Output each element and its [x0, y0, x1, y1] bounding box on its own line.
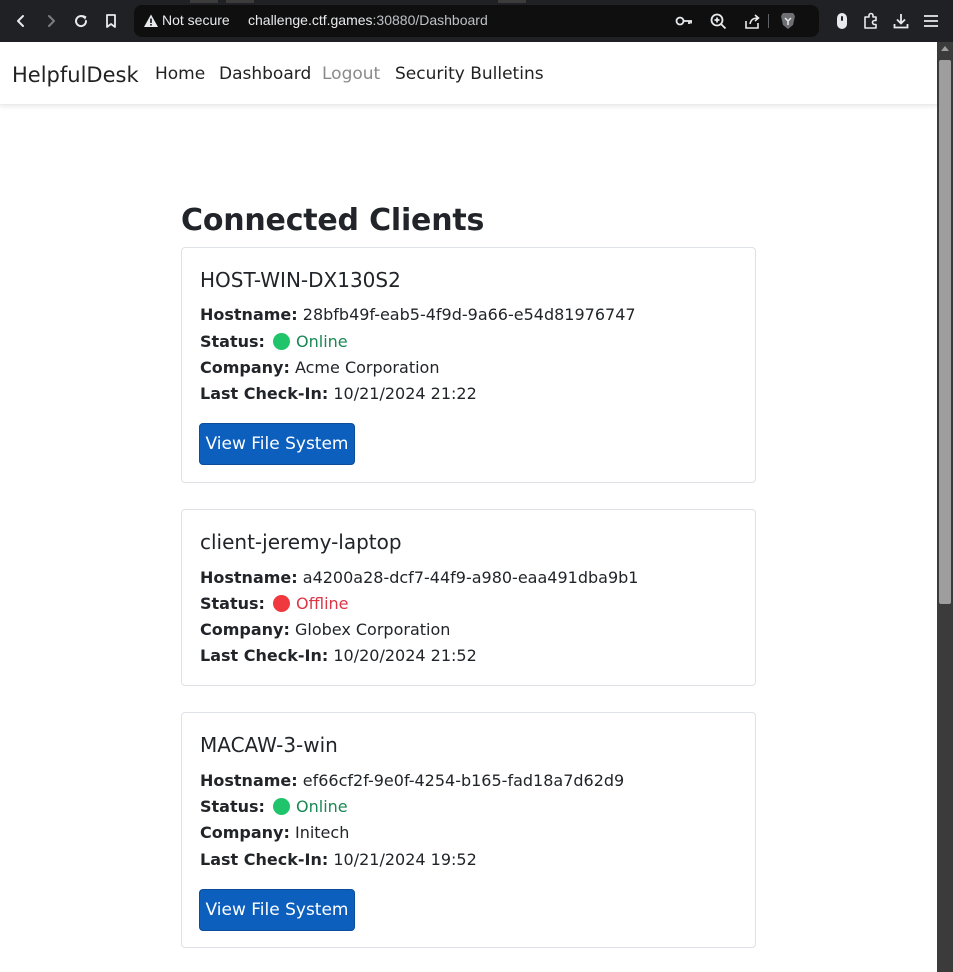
- company-row: Company: Initech: [200, 823, 349, 842]
- view-file-system-button[interactable]: View File System: [199, 889, 355, 931]
- status-label: Status:: [200, 594, 265, 613]
- view-file-system-button[interactable]: View File System: [199, 423, 355, 465]
- shield-icon[interactable]: [777, 11, 799, 31]
- status-online-icon: [273, 798, 291, 815]
- nav-home[interactable]: Home: [155, 64, 205, 84]
- bookmark-icon[interactable]: [99, 9, 123, 33]
- client-card: MACAW-3-win Hostname: ef66cf2f-9e0f-4254…: [181, 712, 756, 948]
- back-icon[interactable]: [9, 9, 33, 33]
- hostname-label: Hostname:: [200, 568, 298, 587]
- client-name: MACAW-3-win: [200, 733, 338, 757]
- hostname-row: Hostname: 28bfb49f-eab5-4f9d-9a66-e54d81…: [200, 305, 636, 324]
- last-checkin-row: Last Check-In: 10/21/2024 21:22: [200, 384, 477, 403]
- scrollbar-thumb[interactable]: [939, 60, 951, 604]
- hostname-row: Hostname: a4200a28-dcf7-44f9-a980-eaa491…: [200, 568, 638, 587]
- last-checkin-value: 10/20/2024 21:52: [333, 646, 477, 665]
- company-row: Company: Globex Corporation: [200, 620, 450, 639]
- last-checkin-value: 10/21/2024 21:22: [333, 384, 477, 403]
- last-checkin-value: 10/21/2024 19:52: [333, 850, 477, 869]
- warning-icon[interactable]: [143, 13, 159, 29]
- status-label: Status:: [200, 332, 265, 351]
- address-bar[interactable]: Not secure challenge.ctf.games:30880/Das…: [134, 5, 819, 37]
- share-icon[interactable]: [741, 11, 763, 31]
- menu-icon[interactable]: [920, 10, 942, 32]
- last-checkin-row: Last Check-In: 10/21/2024 19:52: [200, 850, 477, 869]
- status-row: Status: Offline: [200, 594, 349, 613]
- url-divider: [768, 14, 769, 28]
- nav-dashboard[interactable]: Dashboard: [219, 64, 311, 84]
- company-label: Company:: [200, 823, 290, 842]
- client-card: client-jeremy-laptop Hostname: a4200a28-…: [181, 509, 756, 686]
- hostname-label: Hostname:: [200, 771, 298, 790]
- last-checkin-label: Last Check-In:: [200, 850, 329, 869]
- browser-toolbar: Not secure challenge.ctf.games:30880/Das…: [0, 0, 953, 42]
- url-path: :30880/Dashboard: [372, 12, 488, 28]
- hostname-value: 28bfb49f-eab5-4f9d-9a66-e54d81976747: [302, 305, 636, 324]
- tab-strip-edge: [190, 0, 218, 3]
- hostname-value: a4200a28-dcf7-44f9-a980-eaa491dba9b1: [302, 568, 639, 587]
- page-title: Connected Clients: [181, 203, 485, 238]
- client-name: HOST-WIN-DX130S2: [200, 268, 401, 292]
- scroll-up-icon[interactable]: [941, 46, 949, 51]
- status-label: Status:: [200, 797, 265, 816]
- zoom-icon[interactable]: [707, 11, 729, 31]
- hostname-value: ef66cf2f-9e0f-4254-b165-fad18a7d62d9: [302, 771, 625, 790]
- status-row: Status: Online: [200, 332, 348, 351]
- hostname-row: Hostname: ef66cf2f-9e0f-4254-b165-fad18a…: [200, 771, 624, 790]
- company-value: Acme Corporation: [294, 358, 440, 377]
- url-text[interactable]: challenge.ctf.games:30880/Dashboard: [248, 12, 488, 28]
- brand-logo[interactable]: HelpfulDesk: [12, 63, 139, 87]
- last-checkin-label: Last Check-In:: [200, 646, 329, 665]
- company-row: Company: Acme Corporation: [200, 358, 439, 377]
- status-value: Offline: [296, 594, 349, 613]
- status-online-icon: [273, 333, 291, 350]
- forward-icon[interactable]: [39, 9, 63, 33]
- nav-logout[interactable]: Logout: [322, 64, 380, 84]
- security-label[interactable]: Not secure: [162, 12, 230, 28]
- hostname-label: Hostname:: [200, 305, 298, 324]
- status-value: Online: [296, 797, 348, 816]
- reload-icon[interactable]: [69, 9, 93, 33]
- page-scrollbar[interactable]: [937, 42, 953, 972]
- status-offline-icon: [273, 595, 291, 612]
- status-row: Status: Online: [200, 797, 348, 816]
- last-checkin-label: Last Check-In:: [200, 384, 329, 403]
- extensions-icon[interactable]: [860, 10, 882, 32]
- company-value: Initech: [294, 823, 350, 842]
- company-label: Company:: [200, 620, 290, 639]
- nav-security-bulletins[interactable]: Security Bulletins: [395, 64, 544, 84]
- wallet-icon[interactable]: [831, 10, 853, 32]
- tab-strip-edge: [226, 0, 254, 3]
- url-host: challenge.ctf.games: [248, 12, 373, 28]
- status-value: Online: [296, 332, 348, 351]
- key-icon[interactable]: [673, 11, 695, 31]
- client-card: HOST-WIN-DX130S2 Hostname: 28bfb49f-eab5…: [181, 247, 756, 483]
- app-navbar: HelpfulDesk Home Dashboard Logout Securi…: [0, 42, 937, 105]
- company-label: Company:: [200, 358, 290, 377]
- download-icon[interactable]: [890, 10, 912, 32]
- tab-strip-edge: [498, 0, 526, 3]
- client-name: client-jeremy-laptop: [200, 530, 402, 554]
- last-checkin-row: Last Check-In: 10/20/2024 21:52: [200, 646, 477, 665]
- company-value: Globex Corporation: [294, 620, 451, 639]
